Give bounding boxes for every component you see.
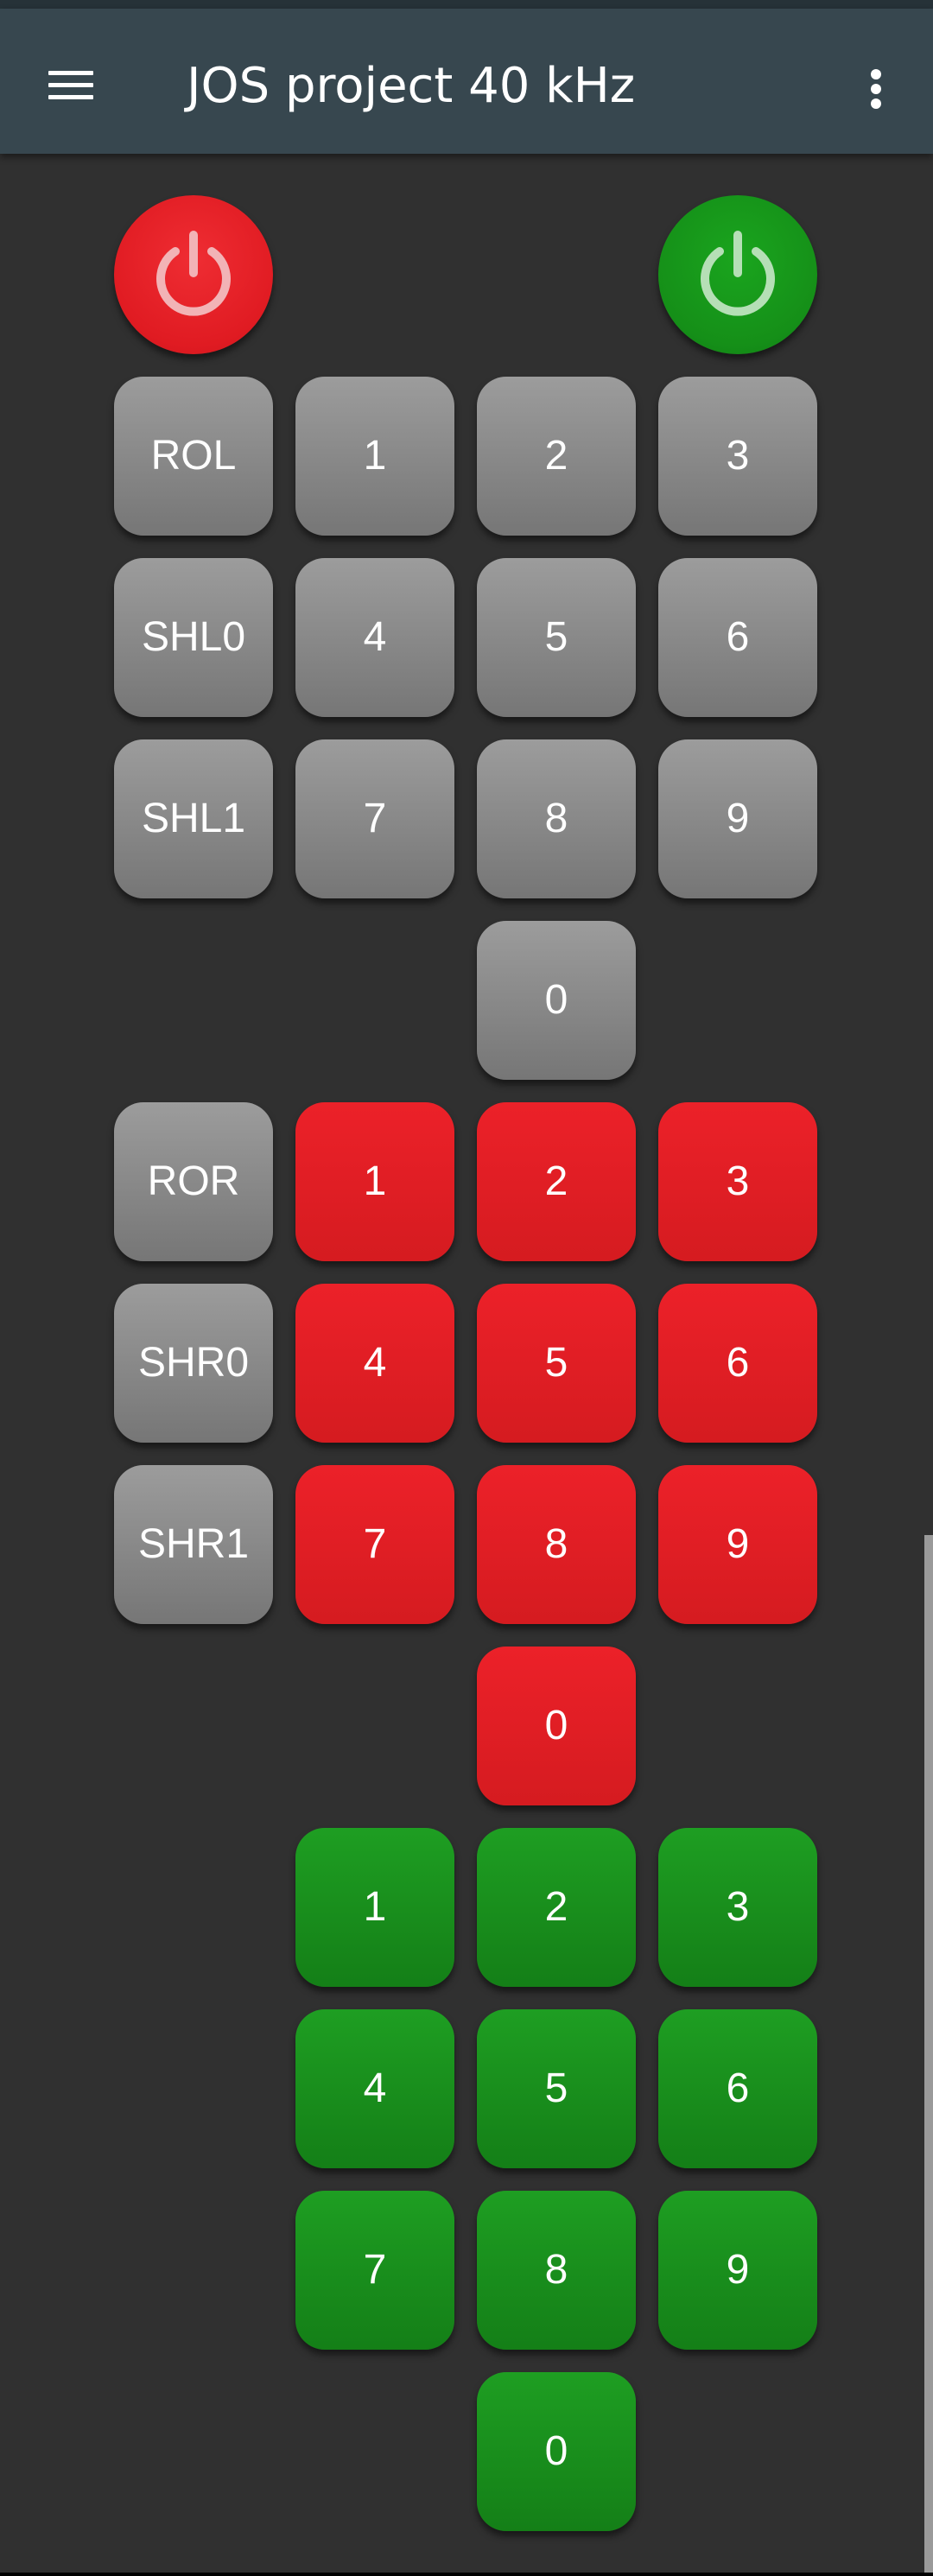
scrollbar[interactable]: [924, 1535, 933, 2576]
green-digit-9-button[interactable]: 9: [658, 2191, 817, 2350]
red-digit-7-button[interactable]: 7: [295, 1465, 454, 1624]
green-digit-3-button[interactable]: 3: [658, 1828, 817, 1987]
green-digit-7-button[interactable]: 7: [295, 2191, 454, 2350]
grey-digit-0-button[interactable]: 0: [477, 921, 636, 1080]
green-digit-2-button[interactable]: 2: [477, 1828, 636, 1987]
shr1-button[interactable]: SHR1: [114, 1465, 273, 1624]
grey-digit-7-button[interactable]: 7: [295, 739, 454, 898]
green-digit-4-button[interactable]: 4: [295, 2009, 454, 2168]
grey-digit-8-button[interactable]: 8: [477, 739, 636, 898]
red-digit-9-button[interactable]: 9: [658, 1465, 817, 1624]
app-title: JOS project 40 kHz: [187, 58, 636, 114]
grey-digit-3-button[interactable]: 3: [658, 377, 817, 536]
red-digit-4-button[interactable]: 4: [295, 1284, 454, 1443]
power-off-button[interactable]: [114, 195, 273, 354]
red-digit-8-button[interactable]: 8: [477, 1465, 636, 1624]
grey-digit-5-button[interactable]: 5: [477, 558, 636, 717]
green-digit-6-button[interactable]: 6: [658, 2009, 817, 2168]
red-digit-5-button[interactable]: 5: [477, 1284, 636, 1443]
red-digit-1-button[interactable]: 1: [295, 1102, 454, 1261]
power-icon: [156, 231, 231, 316]
grey-digit-1-button[interactable]: 1: [295, 377, 454, 536]
rol-button[interactable]: ROL: [114, 377, 273, 536]
green-digit-5-button[interactable]: 5: [477, 2009, 636, 2168]
grey-digit-2-button[interactable]: 2: [477, 377, 636, 536]
shl0-button[interactable]: SHL0: [114, 558, 273, 717]
ror-button[interactable]: ROR: [114, 1102, 273, 1261]
shl1-button[interactable]: SHL1: [114, 739, 273, 898]
status-bar-strip: [0, 0, 933, 9]
red-digit-3-button[interactable]: 3: [658, 1102, 817, 1261]
green-digit-0-button[interactable]: 0: [477, 2372, 636, 2531]
grey-digit-4-button[interactable]: 4: [295, 558, 454, 717]
grey-digit-6-button[interactable]: 6: [658, 558, 817, 717]
green-digit-8-button[interactable]: 8: [477, 2191, 636, 2350]
power-on-button[interactable]: [658, 195, 817, 354]
power-icon: [701, 231, 775, 316]
bottom-edge: [0, 2573, 933, 2576]
green-digit-1-button[interactable]: 1: [295, 1828, 454, 1987]
more-options-icon[interactable]: [859, 62, 893, 114]
grey-digit-9-button[interactable]: 9: [658, 739, 817, 898]
hamburger-menu-icon[interactable]: [45, 60, 98, 102]
app-bar: JOS project 40 kHz: [0, 9, 933, 154]
red-digit-6-button[interactable]: 6: [658, 1284, 817, 1443]
shr0-button[interactable]: SHR0: [114, 1284, 273, 1443]
red-digit-2-button[interactable]: 2: [477, 1102, 636, 1261]
red-digit-0-button[interactable]: 0: [477, 1646, 636, 1805]
